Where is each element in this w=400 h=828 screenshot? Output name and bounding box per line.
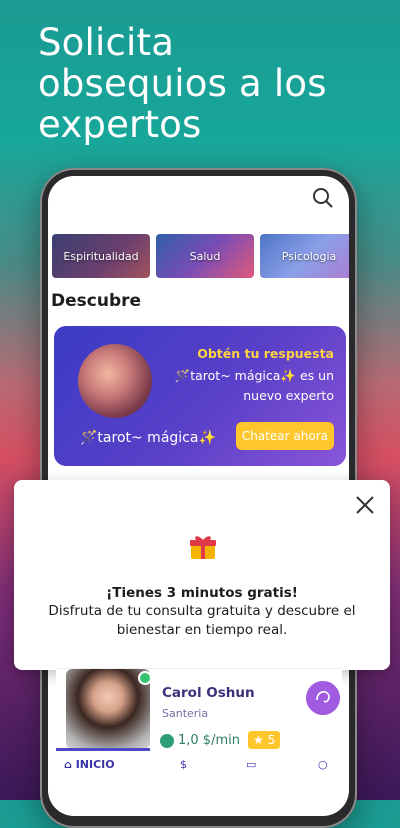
call-button[interactable] (306, 681, 340, 715)
category-psicologia[interactable]: Psicologia (260, 234, 349, 278)
tab-messages[interactable]: ▭ (246, 758, 256, 771)
expert-name: Carol Oshun (162, 685, 255, 701)
category-espiritualidad[interactable]: Espiritualidad (52, 234, 150, 278)
promo-expert-name: 🪄tarot~ mágica✨ (80, 430, 216, 446)
card-accent-line (56, 748, 150, 751)
section-title: Descubre (51, 291, 142, 311)
dollar-icon: $ (180, 758, 187, 771)
bottom-tab-bar: ⌂ INICIO $ ▭ ○ (56, 752, 342, 772)
tab-profile[interactable]: ○ (318, 758, 328, 771)
close-icon[interactable] (354, 494, 376, 516)
expert-price: 1,0 $/min (160, 733, 240, 748)
tab-payments[interactable]: $ (180, 758, 187, 771)
expert-card[interactable]: Carol Oshun Santeria 1,0 $/min ★ 5 (56, 668, 342, 751)
online-status-dot (138, 671, 152, 685)
promo-line-2: nuevo experto (243, 388, 334, 403)
free-minutes-modal: ¡Tienes 3 minutos gratis! Disfruta de tu… (14, 480, 390, 670)
modal-text: Disfruta de tu consulta gratuita y descu… (48, 603, 356, 638)
gift-icon (190, 536, 216, 559)
profile-icon: ○ (318, 758, 328, 771)
search-icon[interactable] (311, 186, 335, 210)
tab-home[interactable]: ⌂ INICIO (64, 758, 115, 771)
category-salud[interactable]: Salud (156, 234, 254, 278)
promo-card[interactable]: Obtén tu respuesta 🪄tarot~ mágica✨ es un… (54, 326, 346, 466)
category-list: Espiritualidad Salud Psicologia (52, 234, 349, 278)
headline-line-3: expertos (38, 103, 202, 146)
modal-title: ¡Tienes 3 minutos gratis! (106, 585, 298, 601)
rating-badge: ★ 5 (248, 731, 281, 749)
headline-line-2: obsequios a los (38, 62, 327, 105)
promo-line-1: 🪄tarot~ mágica✨ es un (174, 368, 334, 383)
expert-category: Santeria (162, 707, 209, 720)
promo-title: Obtén tu respuesta (197, 346, 334, 361)
chat-now-button[interactable]: Chatear ahora (235, 422, 334, 450)
expert-photo (78, 344, 152, 418)
clock-icon (160, 733, 174, 748)
headline-line-1: Solicita (38, 21, 175, 64)
expert-avatar (66, 669, 150, 749)
promo-headline: Solicita obsequios a los expertos (38, 22, 378, 145)
chat-icon: ▭ (246, 758, 257, 771)
